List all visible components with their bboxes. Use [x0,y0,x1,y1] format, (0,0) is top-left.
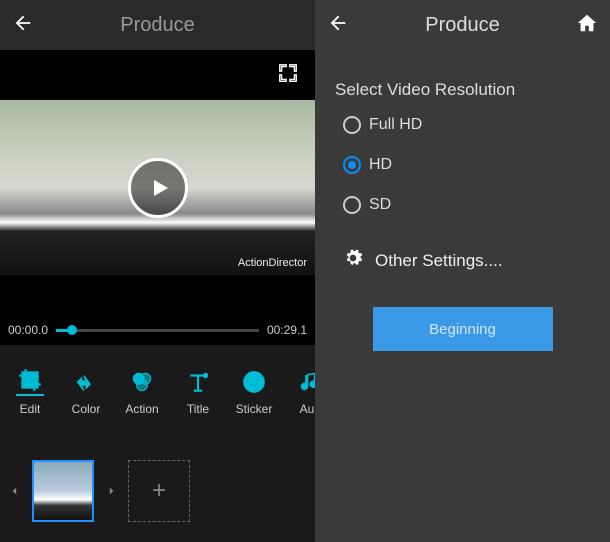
other-settings-button[interactable]: Other Settings.... [315,214,610,273]
filter-icon [128,368,156,396]
fullscreen-icon[interactable] [277,62,299,89]
preview-toolbar [0,50,315,100]
other-settings-label: Other Settings.... [375,251,503,271]
tool-label: Title [187,402,209,416]
clip-next-icon[interactable] [102,461,120,521]
begin-label: Beginning [429,321,496,338]
tool-action[interactable]: Action [116,368,168,416]
watermark: ActionDirector [238,257,307,269]
preview-spacer [0,275,315,315]
home-icon[interactable] [576,12,598,39]
time-total: 00:29.1 [267,323,307,337]
tools-row: Edit Color Action Title Sticker Auk [0,345,315,439]
back-icon[interactable] [12,12,34,39]
sticker-icon [240,368,268,396]
clips-row: + [0,439,315,542]
tool-sticker[interactable]: Sticker [228,368,280,416]
radio-icon [343,156,361,174]
crop-icon [16,368,44,396]
progress-row: 00:00.0 00:29.1 [0,315,315,345]
radio-label: HD [369,156,392,174]
resolution-option-fullhd[interactable]: Full HD [343,116,582,134]
resolution-option-sd[interactable]: SD [343,196,582,214]
tool-label: Sticker [236,402,273,416]
resolution-list: Full HD HD SD [315,116,610,214]
music-icon [296,368,315,396]
tool-color[interactable]: Color [60,368,112,416]
tool-label: Edit [20,402,41,416]
gear-icon [343,248,363,273]
left-title: Produce [120,14,195,37]
produce-pane: Produce Select Video Resolution Full HD … [315,0,610,542]
radio-icon [343,196,361,214]
add-clip-button[interactable]: + [128,460,190,522]
tool-label: Color [72,402,101,416]
resolution-option-hd[interactable]: HD [343,156,582,174]
resolution-section-title: Select Video Resolution [315,50,610,116]
tool-audio[interactable]: Auk [284,368,315,416]
tool-edit[interactable]: Edit [4,368,56,416]
tool-title[interactable]: Title [172,368,224,416]
right-title: Produce [357,14,568,37]
video-preview: ActionDirector [0,100,315,275]
radio-label: SD [369,196,391,214]
clip-prev-icon[interactable] [6,461,24,521]
radio-icon [343,116,361,134]
radio-label: Full HD [369,116,422,134]
editor-pane: Produce ActionDirector 00:00.0 00:29.1 E… [0,0,315,542]
speed-icon [72,368,100,396]
play-button[interactable] [128,158,188,218]
right-header: Produce [315,0,610,50]
progress-slider[interactable] [56,329,259,332]
time-current: 00:00.0 [8,323,48,337]
clip-thumbnail[interactable] [32,460,94,522]
tool-label: Auk [300,402,315,416]
tool-label: Action [125,402,158,416]
back-icon[interactable] [327,12,349,39]
left-header: Produce [0,0,315,50]
text-icon [184,368,212,396]
begin-button[interactable]: Beginning [373,307,553,351]
